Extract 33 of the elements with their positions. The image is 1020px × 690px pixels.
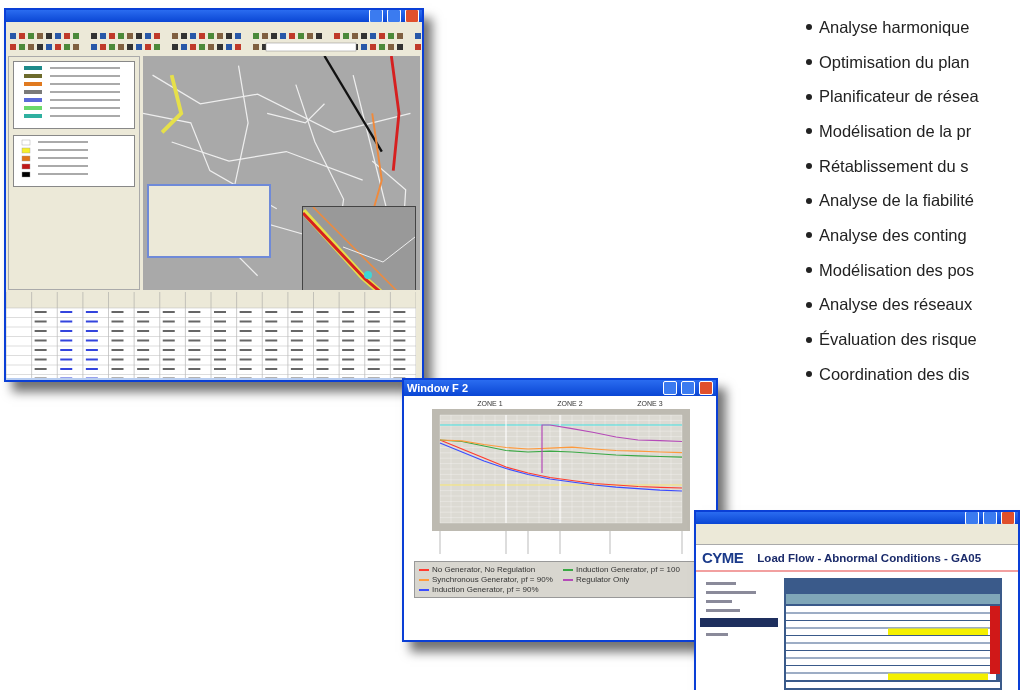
legend-label: Synchronous Generator, pf = 90% <box>432 575 553 584</box>
legend-label: Regulator Only <box>576 575 630 584</box>
legend-label: Induction Generator, pf = 90% <box>432 585 539 594</box>
bullet-icon <box>806 267 812 274</box>
bullet-icon <box>806 232 812 239</box>
feature-item: Modélisation des pos <box>819 260 974 280</box>
bullet-icon <box>806 128 812 135</box>
window-title: Window F 2 <box>407 382 469 394</box>
bullet-icon <box>806 93 812 100</box>
feature-item: Analyse des conting <box>819 225 967 245</box>
legend-label: Induction Generator, pf = 100 <box>576 565 680 574</box>
bullet-icon <box>806 163 812 170</box>
feature-item: Modélisation de la pr <box>819 121 972 141</box>
bullet-icon <box>806 24 812 31</box>
close-button[interactable] <box>699 381 713 395</box>
legend-label: No Generator, No Regulation <box>432 565 536 574</box>
maximize-button[interactable] <box>681 381 695 395</box>
feature-item: Évaluation des risque <box>819 330 977 350</box>
feature-item: Rétablissement du s <box>819 156 969 176</box>
feature-item: Planificateur de résea <box>819 87 979 107</box>
company-logo: CYME <box>702 549 744 566</box>
feature-item: Analyse harmonique <box>819 17 970 37</box>
bullet-icon <box>806 59 812 66</box>
bullet-icon <box>806 336 812 343</box>
feature-item: Analyse des réseaux <box>819 295 973 315</box>
report-heading: Load Flow - Abnormal Conditions - GA05 <box>757 551 982 564</box>
feature-item: Analyse de la fiabilité <box>819 191 974 211</box>
minimize-button[interactable] <box>663 381 677 395</box>
bullet-icon <box>806 301 812 308</box>
bullet-icon <box>806 197 812 204</box>
bullet-icon <box>806 371 812 378</box>
feature-item: Optimisation du plan <box>819 52 970 72</box>
feature-item: Coordination des dis <box>819 364 970 384</box>
